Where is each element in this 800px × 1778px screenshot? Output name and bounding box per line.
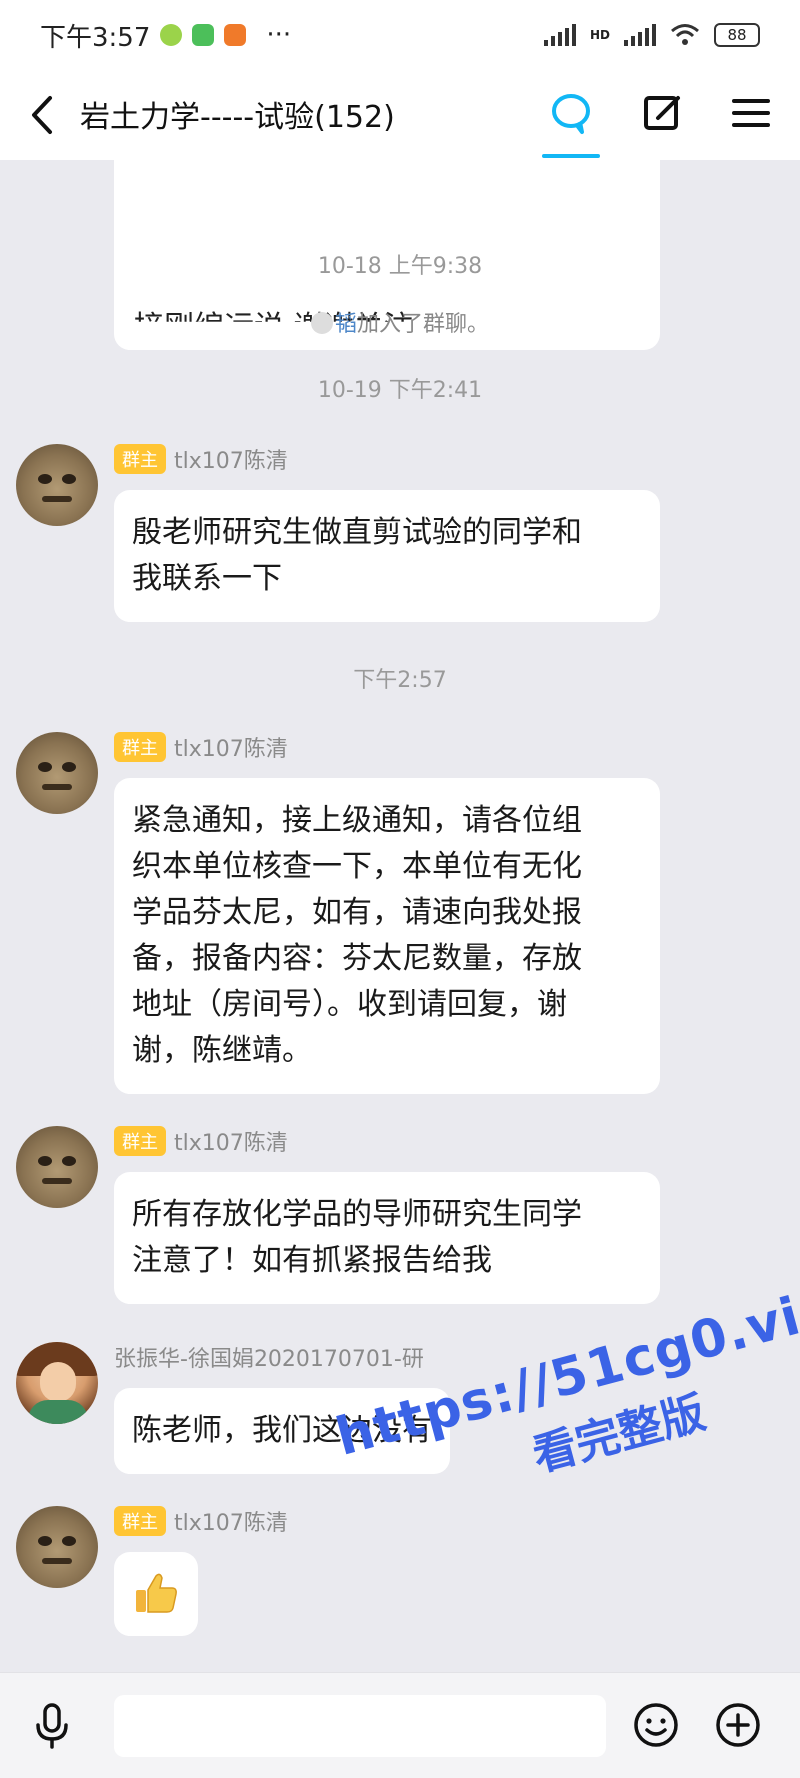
message-line: 谢，陈继靖。 (132, 1033, 312, 1068)
sender-name: tlx107陈清 (174, 737, 288, 762)
message-meta: 群主 tlx107陈清 (114, 1126, 288, 1156)
message-meta: 群主 tlx107陈清 (114, 1506, 288, 1536)
input-bar (0, 1672, 800, 1778)
chat-bubble-icon[interactable] (546, 88, 596, 138)
system-message: 韬加入了群聊。 (0, 306, 800, 338)
avatar[interactable] (16, 1126, 98, 1208)
user-avatar-small (310, 312, 333, 334)
status-time: 下午3:57 (40, 22, 151, 53)
sender-name: tlx107陈清 (174, 1131, 288, 1156)
avatar[interactable] (16, 732, 98, 814)
group-owner-badge: 群主 (114, 1506, 166, 1536)
message-line: 所有存放化学品的导师研究生同学 (132, 1197, 582, 1232)
status-right: HD 88 (543, 23, 760, 47)
message-bubble[interactable]: 陈老师，我们这边没有 (114, 1388, 450, 1474)
active-tab-indicator (542, 154, 600, 158)
timestamp: 10-19 下午2:41 (317, 378, 483, 403)
status-left: 下午3:57 ··· (40, 17, 291, 54)
group-owner-badge: 群主 (114, 1126, 166, 1156)
more-notifications-icon: ··· (266, 20, 292, 50)
status-bar: 下午3:57 ··· HD 88 (0, 0, 800, 70)
message-line: 注意了！如有抓紧报告给我 (132, 1243, 492, 1278)
system-message-text: 加入了群聊。 (357, 312, 490, 337)
message-line: 我联系一下 (132, 561, 282, 596)
chat-title: 岩土力学-----试验(152) (80, 100, 395, 135)
message-line: 紧急通知，接上级通知，请各位组 (132, 803, 582, 838)
timestamp: 下午2:57 (353, 668, 447, 693)
app-notification-icon (192, 24, 215, 46)
message-bubble[interactable]: 殷老师研究生做直剪试验的同学和 我联系一下 (114, 490, 660, 622)
message-line: 地址（房间号）。收到请回复，谢 (132, 987, 567, 1022)
message-meta: 群主 tlx107陈清 (114, 444, 288, 474)
message-meta: 群主 tlx107陈清 (114, 732, 288, 762)
timestamp: 10-18 上午9:38 (317, 254, 483, 279)
message-line: 织本单位核查一下，本单位有无化 (132, 849, 582, 884)
signal-icon (543, 24, 576, 46)
chat-message-list[interactable]: 接刚编运说 谢谢关注 10-18 上午9:38 韬加入了群聊。 10-19 下午… (0, 160, 800, 1672)
microphone-icon[interactable] (32, 1701, 72, 1751)
avatar[interactable] (16, 1342, 98, 1424)
wifi-icon (671, 24, 699, 45)
message-line: 备，报备内容：芬太尼数量，存放 (132, 941, 582, 976)
sender-name: tlx107陈清 (174, 449, 288, 474)
avatar[interactable] (16, 444, 98, 526)
plus-icon[interactable] (714, 1701, 762, 1749)
hd-label: HD (589, 28, 610, 42)
group-owner-badge: 群主 (114, 444, 166, 474)
message-line: 陈老师，我们这边没有 (132, 1413, 432, 1448)
group-owner-badge: 群主 (114, 732, 166, 762)
message-bubble[interactable]: 所有存放化学品的导师研究生同学 注意了！如有抓紧报告给我 (114, 1172, 660, 1304)
taobao-notification-icon (224, 24, 247, 46)
thumbs-up-icon (136, 1573, 177, 1613)
signal-icon-2 (624, 24, 656, 46)
battery-icon: 88 (714, 23, 760, 47)
menu-icon[interactable] (726, 88, 776, 138)
edit-icon[interactable] (638, 88, 688, 138)
app-notification-icon (160, 24, 183, 46)
message-meta: 张振华-徐国娟2020170701-研 (114, 1342, 424, 1372)
emoji-message-bubble[interactable] (114, 1552, 198, 1636)
chat-header: 岩土力学-----试验(152) (0, 70, 800, 160)
message-bubble[interactable]: 紧急通知，接上级通知，请各位组 织本单位核查一下，本单位有无化 学品芬太尼，如有… (114, 778, 660, 1094)
message-line: 殷老师研究生做直剪试验的同学和 (132, 515, 582, 550)
message-input[interactable] (114, 1695, 606, 1757)
system-message-user[interactable]: 韬 (335, 312, 357, 337)
emoji-icon[interactable] (632, 1701, 680, 1749)
avatar[interactable] (16, 1506, 98, 1588)
back-arrow-icon[interactable] (22, 90, 62, 140)
sender-name: 张振华-徐国娟2020170701-研 (114, 1347, 424, 1372)
message-line: 学品芬太尼，如有，请速向我处报 (132, 895, 582, 930)
sender-name: tlx107陈清 (174, 1511, 288, 1536)
